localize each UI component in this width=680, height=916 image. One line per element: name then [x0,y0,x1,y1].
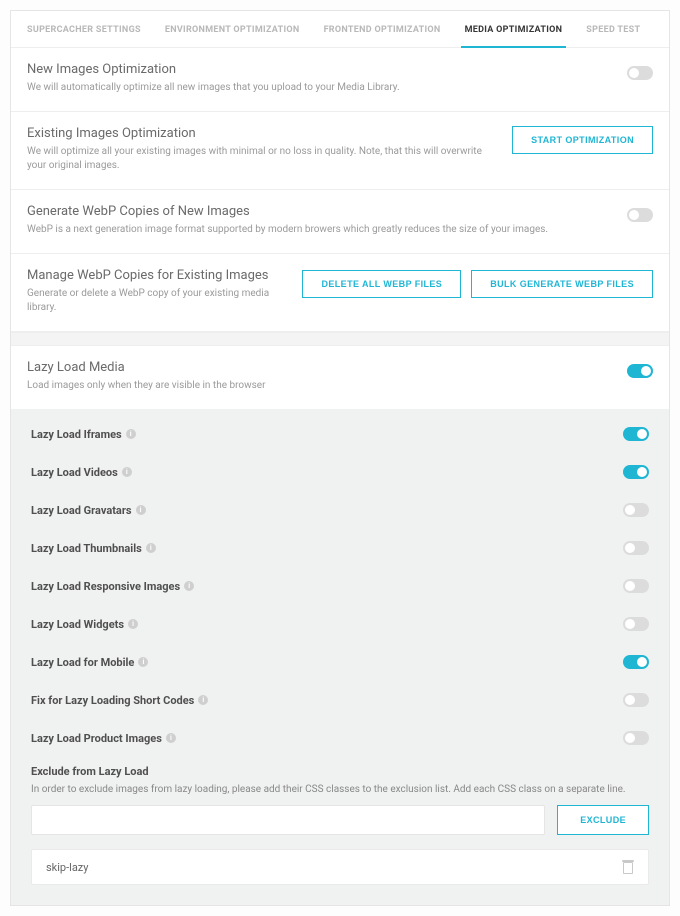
lazy-option-toggle[interactable] [623,427,649,441]
lazy-option-toggle[interactable] [623,731,649,745]
lazy-option-row: Fix for Lazy Loading Short Codesi [27,681,653,719]
exclude-item-label: skip-lazy [46,861,88,874]
lazy-option-label: Lazy Load Iframesi [31,428,136,441]
lazy-option-toggle[interactable] [623,503,649,517]
section-generate-webp: Generate WebP Copies of New Images WebP … [11,190,669,254]
lazy-option-label: Lazy Load Product Imagesi [31,732,176,745]
lazy-option-row: Lazy Load Product Imagesi [27,719,653,757]
lazy-option-toggle[interactable] [623,617,649,631]
generate-webp-title: Generate WebP Copies of New Images [27,204,611,219]
lazy-option-label: Lazy Load Gravatarsi [31,504,146,517]
exclude-item: skip-lazy [31,849,649,885]
manage-webp-title: Manage WebP Copies for Existing Images [27,268,286,283]
lazy-option-toggle[interactable] [623,693,649,707]
exclude-title: Exclude from Lazy Load [31,765,649,778]
lazy-option-label: Lazy Load Thumbnailsi [31,542,156,555]
info-icon[interactable]: i [146,543,156,553]
existing-images-title: Existing Images Optimization [27,126,496,141]
new-images-desc: We will automatically optimize all new i… [27,81,611,95]
exclude-button[interactable]: EXCLUDE [557,805,649,835]
info-icon[interactable]: i [136,505,146,515]
lazy-option-label: Lazy Load Responsive Imagesi [31,580,194,593]
bulk-webp-button[interactable]: BULK GENERATE WEBP FILES [471,270,653,298]
generate-webp-desc: WebP is a next generation image format s… [27,223,611,237]
lazy-option-row: Lazy Load Videosi [27,453,653,491]
section-existing-images: Existing Images Optimization We will opt… [11,112,669,190]
lazy-option-label: Lazy Load Widgetsi [31,618,138,631]
new-images-toggle[interactable] [627,66,653,80]
divider [11,332,669,346]
lazy-option-label: Lazy Load for Mobilei [31,656,148,669]
lazy-option-toggle[interactable] [623,465,649,479]
lazy-option-row: Lazy Load Widgetsi [27,605,653,643]
manage-webp-desc: Generate or delete a WebP copy of your e… [27,287,286,315]
tab-bar: SUPERCACHER SETTINGSENVIRONMENT OPTIMIZA… [11,11,669,48]
info-icon[interactable]: i [122,467,132,477]
info-icon[interactable]: i [184,581,194,591]
trash-icon[interactable] [622,860,634,874]
info-icon[interactable]: i [138,657,148,667]
lazy-option-row: Lazy Load for Mobilei [27,643,653,681]
lazy-load-toggle[interactable] [627,364,653,378]
lazy-option-row: Lazy Load Thumbnailsi [27,529,653,567]
info-icon[interactable]: i [198,695,208,705]
section-manage-webp: Manage WebP Copies for Existing Images G… [11,254,669,332]
info-icon[interactable]: i [166,733,176,743]
existing-images-desc: We will optimize all your existing image… [27,145,496,173]
tab-media-optimization[interactable]: MEDIA OPTIMIZATION [453,11,575,47]
delete-webp-button[interactable]: DELETE ALL WEBP FILES [302,270,461,298]
media-optimization-panel: SUPERCACHER SETTINGSENVIRONMENT OPTIMIZA… [10,10,670,906]
exclude-desc: In order to exclude images from lazy loa… [31,784,649,795]
lazy-option-label: Lazy Load Videosi [31,466,132,479]
tab-environment-optimization[interactable]: ENVIRONMENT OPTIMIZATION [153,11,312,47]
lazy-option-toggle[interactable] [623,579,649,593]
lazy-option-toggle[interactable] [623,655,649,669]
info-icon[interactable]: i [126,429,136,439]
info-icon[interactable]: i [128,619,138,629]
new-images-title: New Images Optimization [27,62,611,77]
lazy-load-desc: Load images only when they are visible i… [27,379,611,393]
exclude-input[interactable] [31,805,545,835]
lazy-option-row: Lazy Load Gravatarsi [27,491,653,529]
section-lazy-load: Lazy Load Media Load images only when th… [11,346,669,409]
lazy-option-toggle[interactable] [623,541,649,555]
exclude-block: Exclude from Lazy Load In order to exclu… [27,757,653,885]
tab-speed-test[interactable]: SPEED TEST [574,11,652,47]
tab-supercacher-settings[interactable]: SUPERCACHER SETTINGS [15,11,153,47]
lazy-option-row: Lazy Load Iframesi [27,415,653,453]
start-optimization-button[interactable]: START OPTIMIZATION [512,126,653,154]
lazy-option-label: Fix for Lazy Loading Short Codesi [31,694,208,707]
section-new-images: New Images Optimization We will automati… [11,48,669,112]
lazy-load-subpanel: Lazy Load Iframesi Lazy Load Videosi Lazy … [11,409,669,905]
lazy-option-row: Lazy Load Responsive Imagesi [27,567,653,605]
lazy-load-title: Lazy Load Media [27,360,611,375]
tab-frontend-optimization[interactable]: FRONTEND OPTIMIZATION [312,11,453,47]
generate-webp-toggle[interactable] [627,208,653,222]
